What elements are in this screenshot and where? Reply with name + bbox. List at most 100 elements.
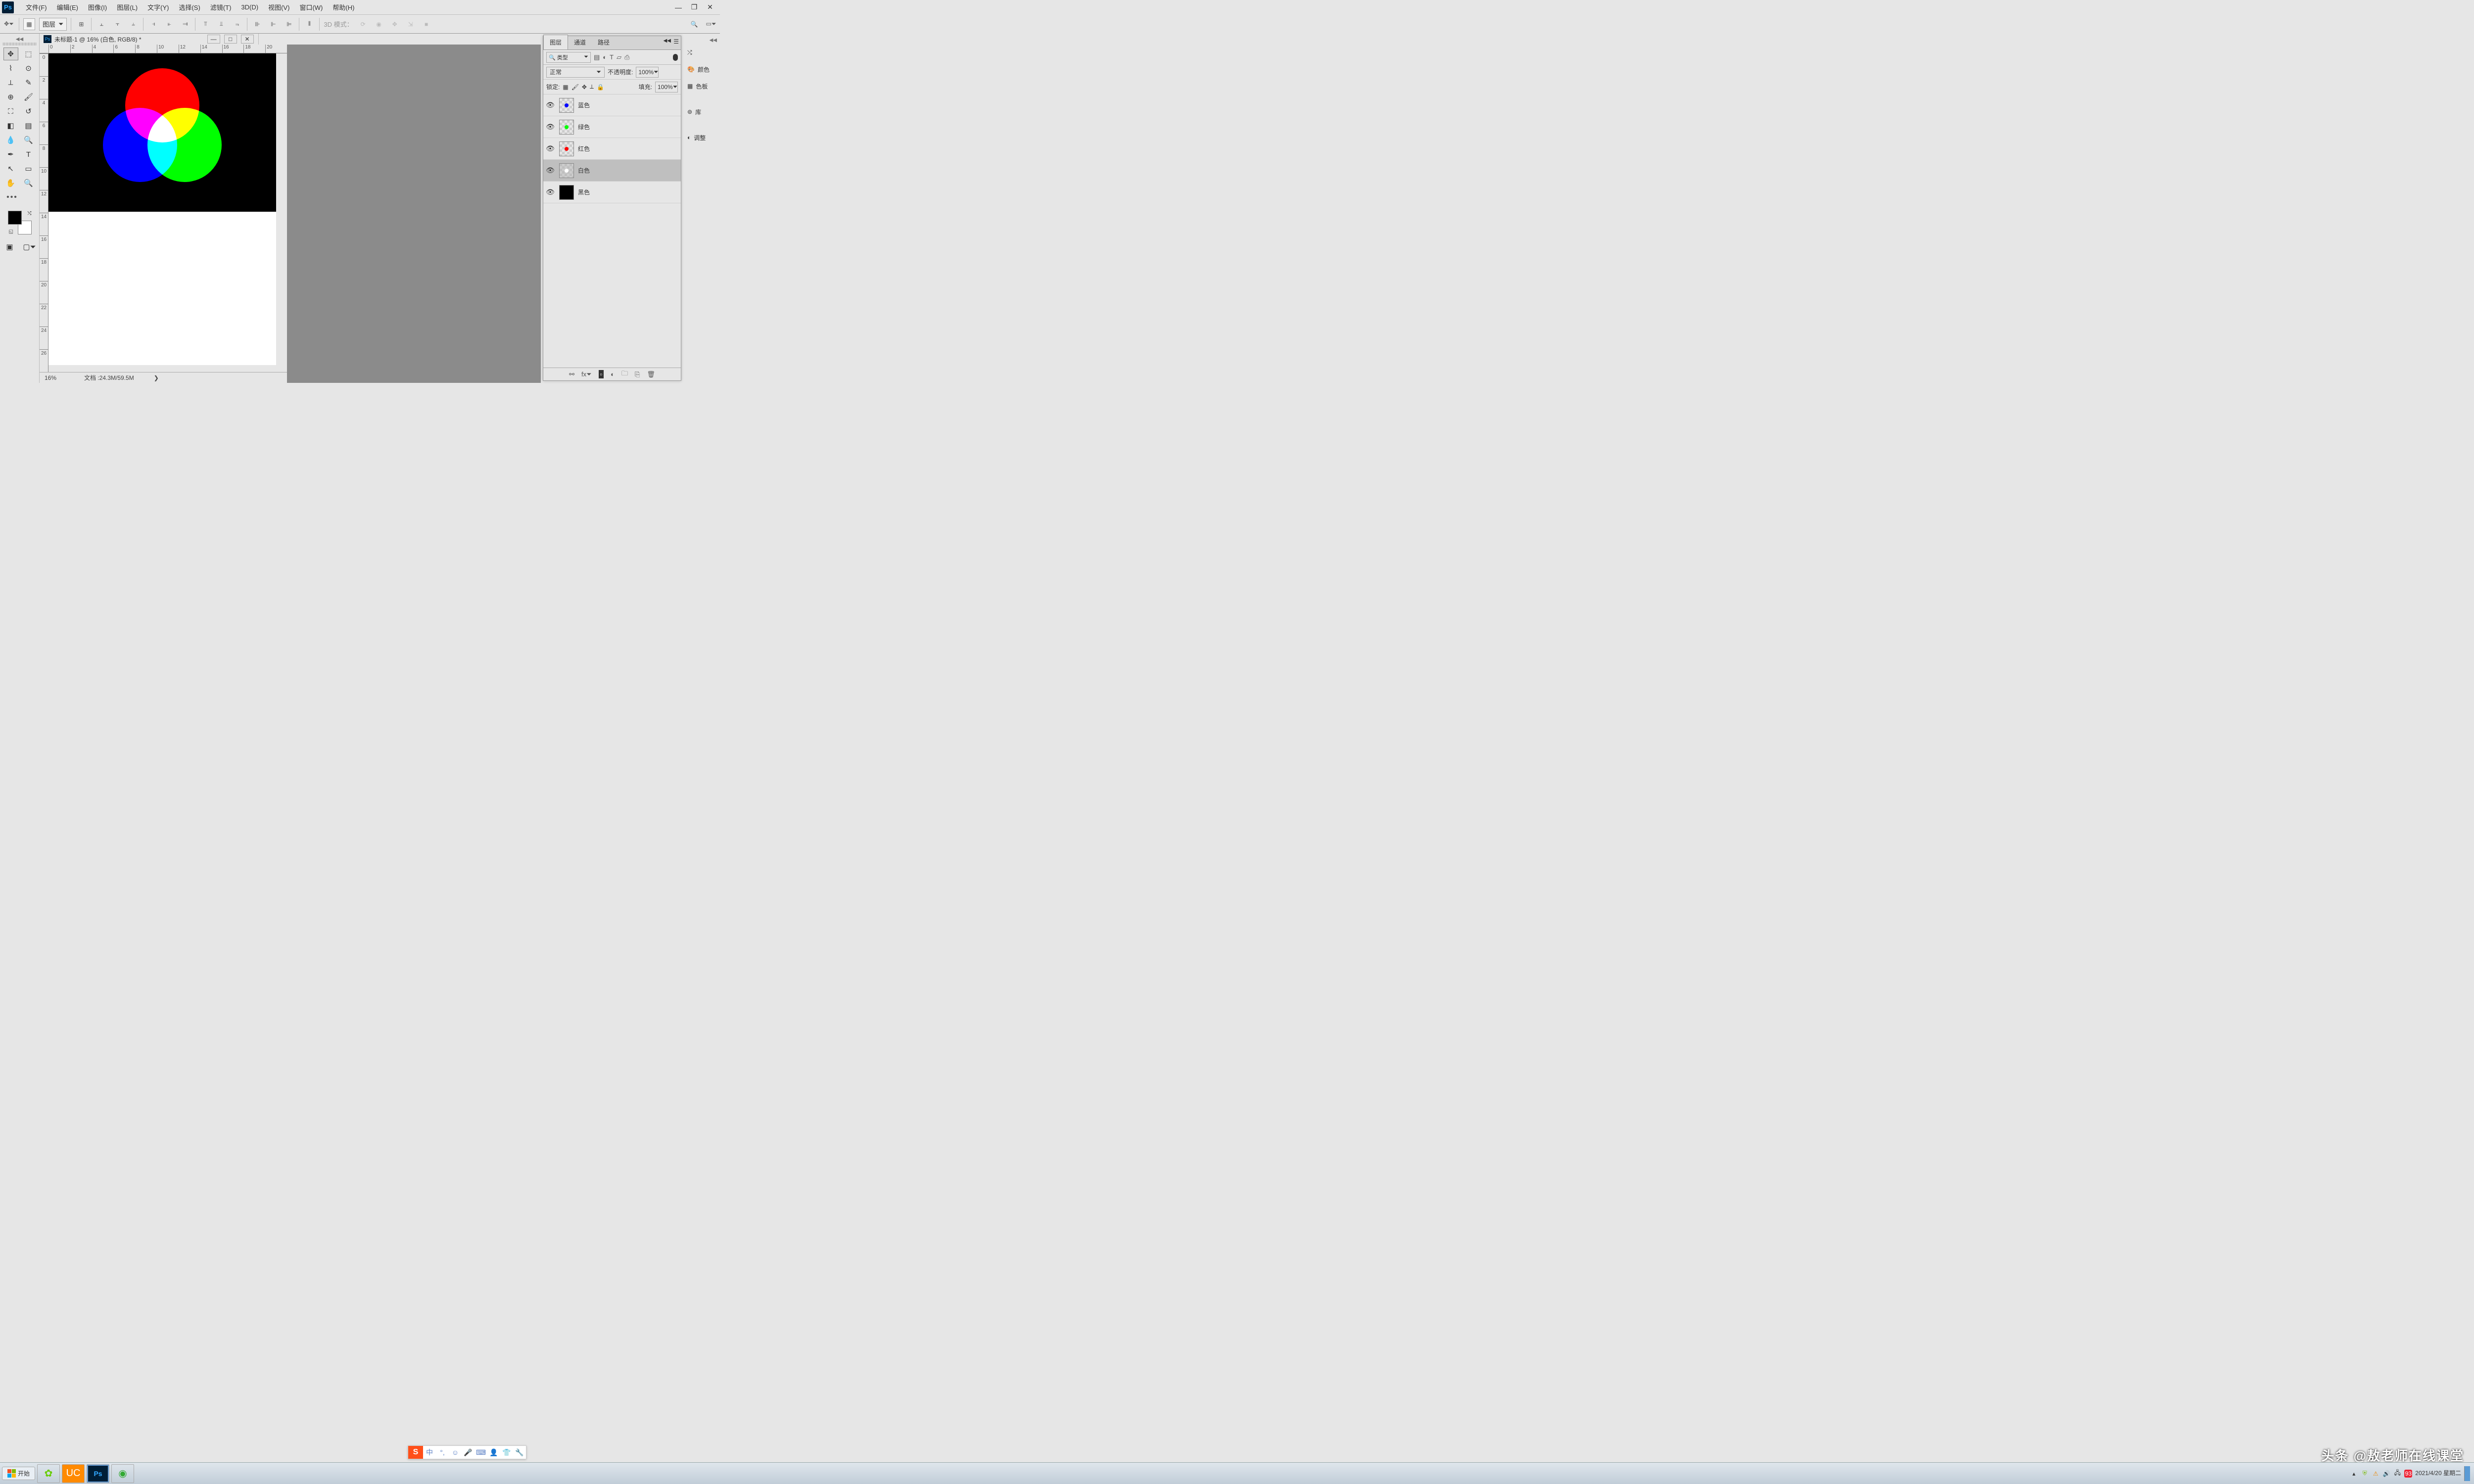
- layer-row[interactable]: 👁 蓝色: [543, 94, 681, 116]
- visibility-icon[interactable]: 👁: [545, 188, 555, 196]
- layer-style-icon[interactable]: fx⏷: [581, 371, 592, 378]
- foreground-color-swatch[interactable]: [8, 211, 22, 225]
- layer-row[interactable]: 👁绿色: [543, 116, 681, 138]
- filter-adjustment-icon[interactable]: ◐: [603, 53, 607, 61]
- menu-view[interactable]: 视图(V): [263, 0, 294, 14]
- doc-minimize[interactable]: —: [207, 35, 220, 44]
- hand-tool[interactable]: ✋: [3, 177, 18, 189]
- window-close[interactable]: ✕: [704, 2, 716, 12]
- eraser-tool[interactable]: ◧: [3, 119, 18, 132]
- visibility-icon[interactable]: 👁: [545, 101, 555, 109]
- layer-row[interactable]: 👁白色: [543, 160, 681, 182]
- swap-colors-icon[interactable]: ⤭: [28, 211, 32, 216]
- filter-shape-icon[interactable]: ▱: [617, 53, 621, 61]
- align-top-icon[interactable]: ⫠: [95, 18, 107, 30]
- taskbar-app1[interactable]: ✿: [37, 1464, 60, 1483]
- ime-skin-icon[interactable]: 👕: [500, 1448, 513, 1457]
- distribute-vcenter-icon[interactable]: ⫫: [215, 18, 227, 30]
- tray-expand-icon[interactable]: ▴: [2350, 1470, 2358, 1478]
- distribute-right-icon[interactable]: ⊫: [283, 18, 295, 30]
- screen-mode-icon[interactable]: ▢⏷: [22, 240, 37, 253]
- menu-file[interactable]: 文件(F): [21, 0, 52, 14]
- 3d-camera-icon[interactable]: ■: [421, 18, 432, 30]
- ime-punct-icon[interactable]: °,: [436, 1448, 449, 1456]
- history-brush-tool[interactable]: ↺: [21, 105, 36, 118]
- tray-network-icon[interactable]: 🖧: [2393, 1470, 2401, 1478]
- 3d-roll-icon[interactable]: ◉: [373, 18, 385, 30]
- layer-name[interactable]: 红色: [578, 144, 590, 153]
- auto-align-icon[interactable]: ⫴: [303, 18, 315, 30]
- align-right-icon[interactable]: ⫥: [179, 18, 191, 30]
- fill-input[interactable]: 100%⏷: [655, 82, 678, 93]
- window-minimize[interactable]: —: [672, 2, 685, 12]
- show-desktop[interactable]: [2464, 1466, 2470, 1481]
- lock-position-icon[interactable]: ✥: [582, 84, 587, 91]
- quick-select-tool[interactable]: ⊙: [21, 62, 36, 75]
- lock-transparency-icon[interactable]: ▦: [563, 84, 568, 91]
- side-swatches[interactable]: ▦色板: [683, 79, 720, 93]
- visibility-icon[interactable]: 👁: [545, 166, 555, 175]
- menu-edit[interactable]: 编辑(E): [52, 0, 83, 14]
- layer-name[interactable]: 黑色: [578, 188, 590, 196]
- taskbar-photoshop[interactable]: Ps: [87, 1464, 109, 1483]
- distribute-top-icon[interactable]: ⫪: [199, 18, 211, 30]
- lock-paint-icon[interactable]: 🖌: [571, 84, 579, 91]
- tab-layers[interactable]: 图层: [543, 35, 568, 49]
- brush-tool[interactable]: 🖌: [21, 91, 36, 103]
- lock-all-icon[interactable]: 🔒: [597, 84, 604, 91]
- layer-row[interactable]: 👁 红色: [543, 138, 681, 160]
- doc-maximize[interactable]: □: [224, 35, 237, 44]
- marquee-tool[interactable]: ⬚: [21, 47, 36, 60]
- 3d-orbit-icon[interactable]: ⟳: [357, 18, 369, 30]
- taskbar-uc[interactable]: UC: [62, 1464, 85, 1483]
- shape-tool[interactable]: ▭: [21, 162, 36, 175]
- menu-type[interactable]: 文字(Y): [143, 0, 174, 14]
- menu-3d[interactable]: 3D(D): [236, 1, 263, 13]
- ime-toolbar[interactable]: S 中 °, ☺ 🎤 ⌨ 👤 👕 🔧: [408, 1445, 526, 1459]
- path-select-tool[interactable]: ↖: [3, 162, 18, 175]
- ruler-vertical[interactable]: 02468101214161820222426: [40, 53, 48, 372]
- tray-alert-icon[interactable]: ⚠: [2372, 1470, 2379, 1478]
- layer-thumbnail[interactable]: [559, 98, 574, 113]
- menu-layer[interactable]: 图层(L): [112, 0, 143, 14]
- move-tool[interactable]: ✥: [3, 47, 18, 60]
- ime-keyboard-icon[interactable]: ⌨: [475, 1448, 487, 1457]
- group-icon[interactable]: 🗀: [621, 369, 628, 380]
- quick-mask-icon[interactable]: ▣: [2, 240, 17, 253]
- ime-lang[interactable]: 中: [423, 1447, 436, 1457]
- zoom-level[interactable]: 16%: [40, 374, 69, 381]
- visibility-icon[interactable]: 👁: [545, 144, 555, 153]
- layer-name[interactable]: 蓝色: [578, 101, 590, 109]
- healing-tool[interactable]: ⊕: [3, 91, 18, 103]
- tray-badge[interactable]: 93: [2404, 1470, 2412, 1478]
- filter-pixel-icon[interactable]: ▤: [594, 53, 600, 61]
- filter-toggle[interactable]: [673, 54, 678, 61]
- auto-select-icon[interactable]: ▦: [23, 18, 35, 30]
- start-button[interactable]: 开始: [2, 1467, 35, 1480]
- canvas[interactable]: [48, 53, 276, 365]
- zoom-tool[interactable]: 🔍: [21, 177, 36, 189]
- side-collapse-icon[interactable]: ◀◀: [683, 38, 720, 43]
- 3d-slide-icon[interactable]: ⇲: [405, 18, 417, 30]
- panel-menu-icon[interactable]: ☰: [673, 38, 679, 45]
- align-left-icon[interactable]: ⫣: [147, 18, 159, 30]
- document-tab[interactable]: Ps 未标题-1 @ 16% (白色, RGB/8) * — □ ✕: [40, 34, 259, 45]
- ime-mic-icon[interactable]: 🎤: [462, 1448, 475, 1457]
- docinfo-arrow-icon[interactable]: ❯: [134, 374, 159, 381]
- ruler-horizontal[interactable]: 02468101214161820: [40, 45, 287, 53]
- search-icon[interactable]: 🔍: [688, 18, 700, 30]
- gradient-tool[interactable]: ▤: [21, 119, 36, 132]
- align-vcenter-icon[interactable]: ⫟: [111, 18, 123, 30]
- taskbar-clock[interactable]: 2021/4/20 星期二: [2415, 1470, 2461, 1477]
- filter-smart-icon[interactable]: ⎙: [624, 53, 629, 61]
- opacity-input[interactable]: 100%⏷: [636, 67, 659, 78]
- blur-tool[interactable]: 💧: [3, 134, 18, 146]
- menu-filter[interactable]: 滤镜(T): [205, 0, 237, 14]
- toolbox-grip[interactable]: [3, 43, 37, 46]
- taskbar-coreldraw[interactable]: ◉: [111, 1464, 134, 1483]
- type-tool[interactable]: T: [21, 148, 36, 161]
- menu-window[interactable]: 窗口(W): [294, 0, 328, 14]
- tray-shield-icon[interactable]: ⛨: [2361, 1470, 2369, 1478]
- doc-info[interactable]: 文档 :24.3M/59.5M: [69, 373, 134, 382]
- align-hcenter-icon[interactable]: ⫦: [163, 18, 175, 30]
